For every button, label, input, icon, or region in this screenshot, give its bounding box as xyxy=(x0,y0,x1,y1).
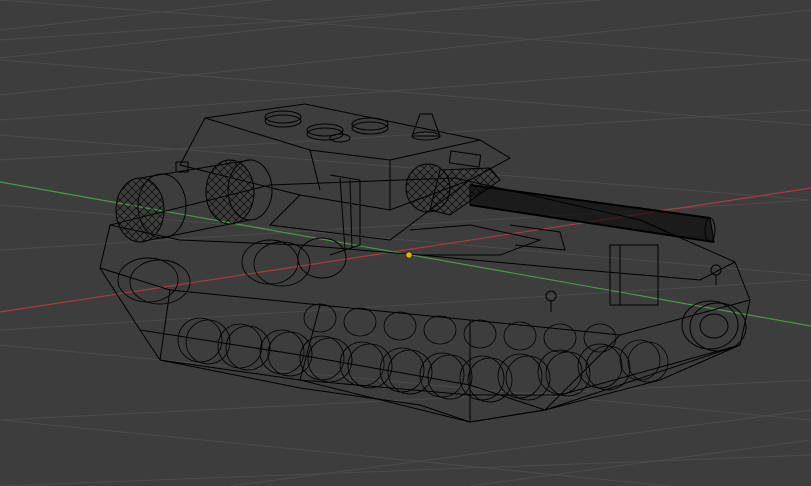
upper-wheels xyxy=(117,237,347,305)
main-gun xyxy=(405,150,716,243)
3d-viewport[interactable] xyxy=(0,0,811,486)
viewport-canvas[interactable] xyxy=(0,0,811,486)
tank-wireframe[interactable] xyxy=(99,103,751,423)
fuel-drums xyxy=(115,159,273,243)
track-lower xyxy=(159,344,741,423)
object-origin-dot[interactable] xyxy=(405,251,413,259)
floor-grid xyxy=(0,0,811,486)
side-box xyxy=(609,244,659,306)
